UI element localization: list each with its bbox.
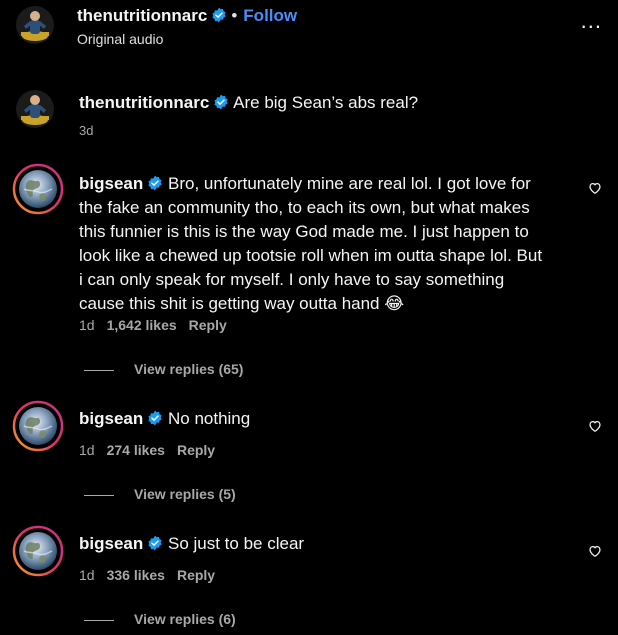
comment-meta: 1d 274 likes Reply	[79, 442, 227, 458]
reply-button[interactable]: Reply	[189, 317, 227, 333]
post-header: thenutritionnarc • Follow	[77, 6, 297, 26]
comment-meta: 1d 1,642 likes Reply	[79, 317, 239, 333]
comment-username[interactable]: bigsean	[79, 409, 143, 428]
verified-badge-icon	[147, 535, 163, 551]
comment-username[interactable]: bigsean	[79, 534, 143, 553]
view-replies-button[interactable]: View replies (5)	[84, 486, 236, 502]
author-avatar[interactable]	[16, 6, 54, 44]
view-replies-label: View replies (65)	[134, 361, 244, 377]
like-count[interactable]: 336 likes	[107, 567, 165, 583]
comment-avatar[interactable]	[12, 525, 64, 577]
comment-avatar[interactable]	[12, 400, 64, 452]
view-replies-label: View replies (6)	[134, 611, 236, 627]
comment-avatar[interactable]	[12, 163, 64, 215]
heart-outline-icon[interactable]	[588, 181, 602, 195]
heart-outline-icon[interactable]	[588, 544, 602, 558]
like-count[interactable]: 1,642 likes	[107, 317, 177, 333]
view-replies-button[interactable]: View replies (6)	[84, 611, 236, 627]
comment-text: Bro, unfortunately mine are real lol. I …	[79, 174, 543, 313]
comment-body: bigsean Bro, unfortunately mine are real…	[79, 172, 549, 316]
caption: thenutritionnarc Are big Sean’s abs real…	[79, 92, 589, 114]
comment-text: So just to be clear	[167, 534, 305, 553]
replies-divider-line	[84, 369, 114, 371]
caption-timestamp: 3d	[79, 123, 94, 138]
reply-button[interactable]: Reply	[177, 442, 215, 458]
view-replies-label: View replies (5)	[134, 486, 236, 502]
separator-dot: •	[231, 6, 238, 25]
comment-timestamp: 1d	[79, 317, 95, 333]
verified-badge-icon	[213, 94, 229, 110]
caption-username[interactable]: thenutritionnarc	[79, 93, 209, 112]
comment-body: bigsean So just to be clear	[79, 532, 549, 556]
caption-text: Are big Sean’s abs real?	[233, 93, 419, 112]
author-username[interactable]: thenutritionnarc	[77, 6, 207, 25]
reply-button[interactable]: Reply	[177, 567, 215, 583]
comment-username[interactable]: bigsean	[79, 174, 143, 193]
verified-badge-icon	[211, 7, 227, 23]
verified-badge-icon	[147, 175, 163, 191]
replies-divider-line	[84, 619, 114, 621]
audio-label[interactable]: Original audio	[77, 31, 163, 47]
comment-meta: 1d 336 likes Reply	[79, 567, 227, 583]
comment-timestamp: 1d	[79, 567, 95, 583]
view-replies-button[interactable]: View replies (65)	[84, 361, 243, 377]
replies-divider-line	[84, 494, 114, 496]
more-options-icon[interactable]: ...	[581, 10, 602, 32]
follow-button[interactable]: Follow	[243, 6, 297, 25]
heart-outline-icon[interactable]	[588, 419, 602, 433]
verified-badge-icon	[147, 410, 163, 426]
comment-text: No nothing	[167, 409, 251, 428]
comment-body: bigsean No nothing	[79, 407, 549, 431]
caption-avatar[interactable]	[16, 90, 54, 128]
comment-timestamp: 1d	[79, 442, 95, 458]
like-count[interactable]: 274 likes	[107, 442, 165, 458]
